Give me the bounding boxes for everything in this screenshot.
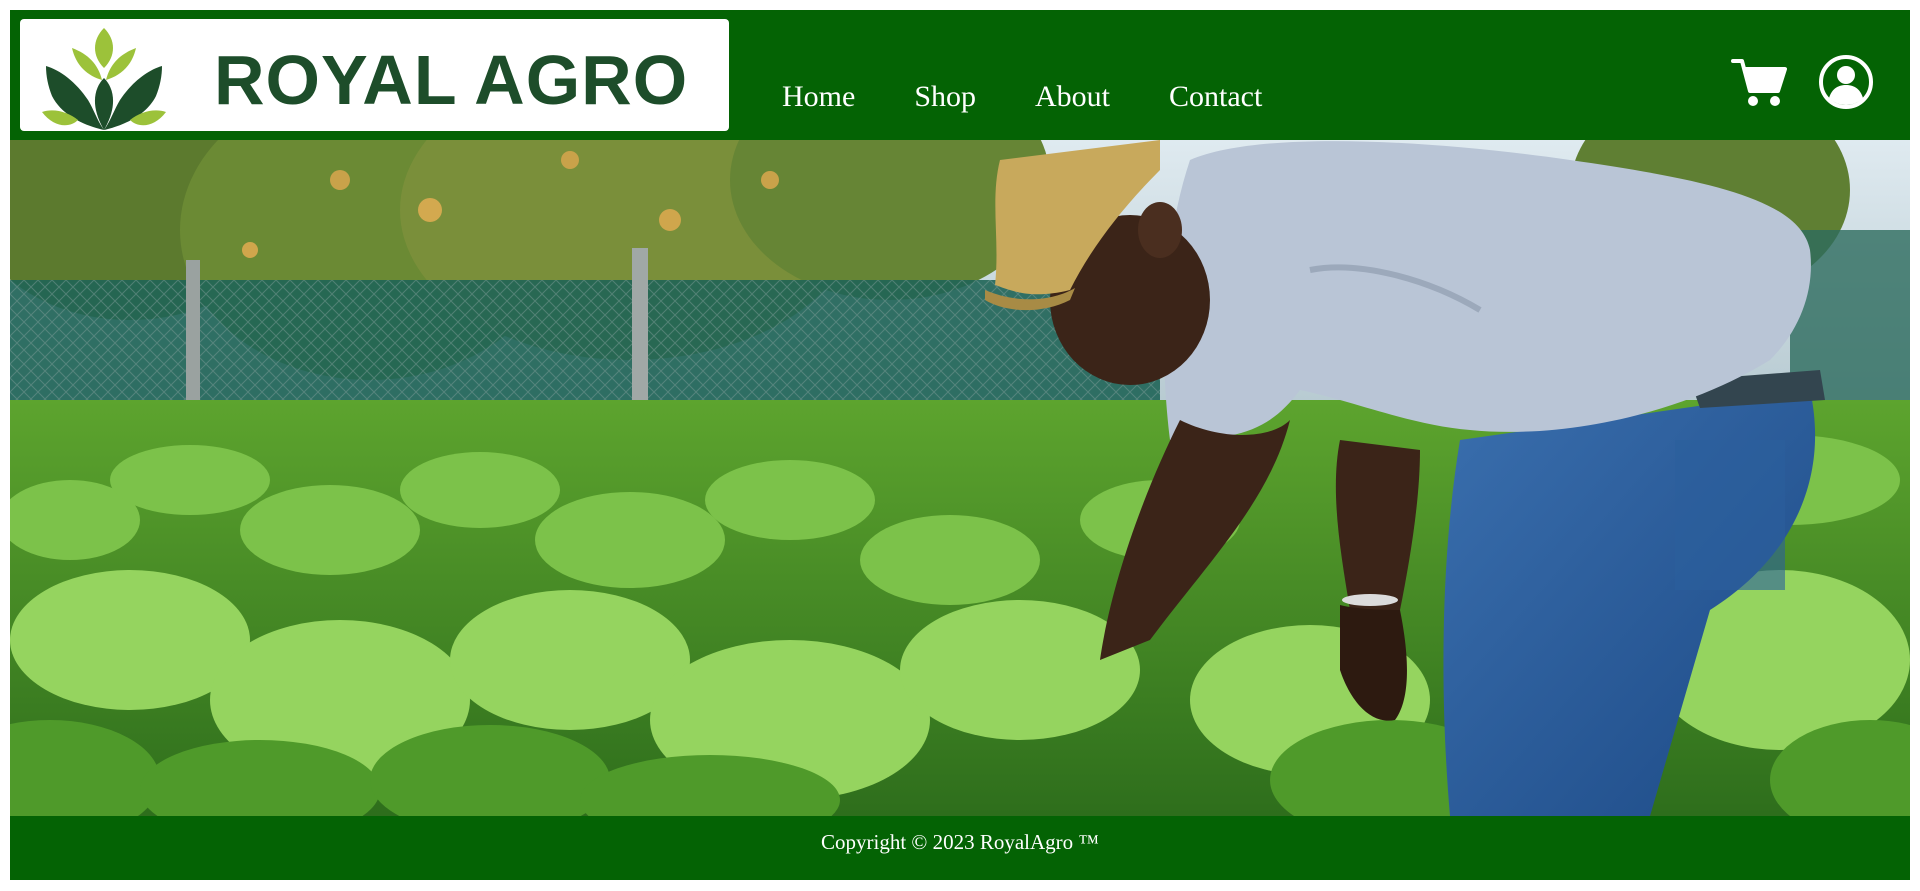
brand-logo-link[interactable]: ROYAL AGRO bbox=[20, 19, 729, 131]
site-header: ROYAL AGRO Home Shop About Contact bbox=[10, 10, 1910, 140]
site-footer: Copyright © 2023 RoyalAgro ™ bbox=[10, 816, 1910, 880]
account-icon[interactable] bbox=[1818, 54, 1874, 110]
footer-copyright: Copyright © 2023 RoyalAgro ™ bbox=[820, 829, 1100, 854]
leaf-sprout-icon bbox=[42, 28, 166, 130]
cart-icon[interactable] bbox=[1731, 55, 1787, 111]
nav-item-contact[interactable]: Contact bbox=[1169, 80, 1262, 114]
brand-name: ROYAL AGRO bbox=[214, 41, 689, 119]
farmer-tending-crops-photo bbox=[10, 140, 1910, 816]
nav-item-home[interactable]: Home bbox=[782, 80, 855, 114]
main-nav: Home Shop About Contact bbox=[782, 80, 1262, 114]
nav-item-shop[interactable]: Shop bbox=[914, 80, 976, 114]
nav-item-about[interactable]: About bbox=[1035, 80, 1110, 114]
page: ROYAL AGRO Home Shop About Contact Copyr… bbox=[10, 10, 1910, 880]
hero-image bbox=[10, 140, 1910, 816]
